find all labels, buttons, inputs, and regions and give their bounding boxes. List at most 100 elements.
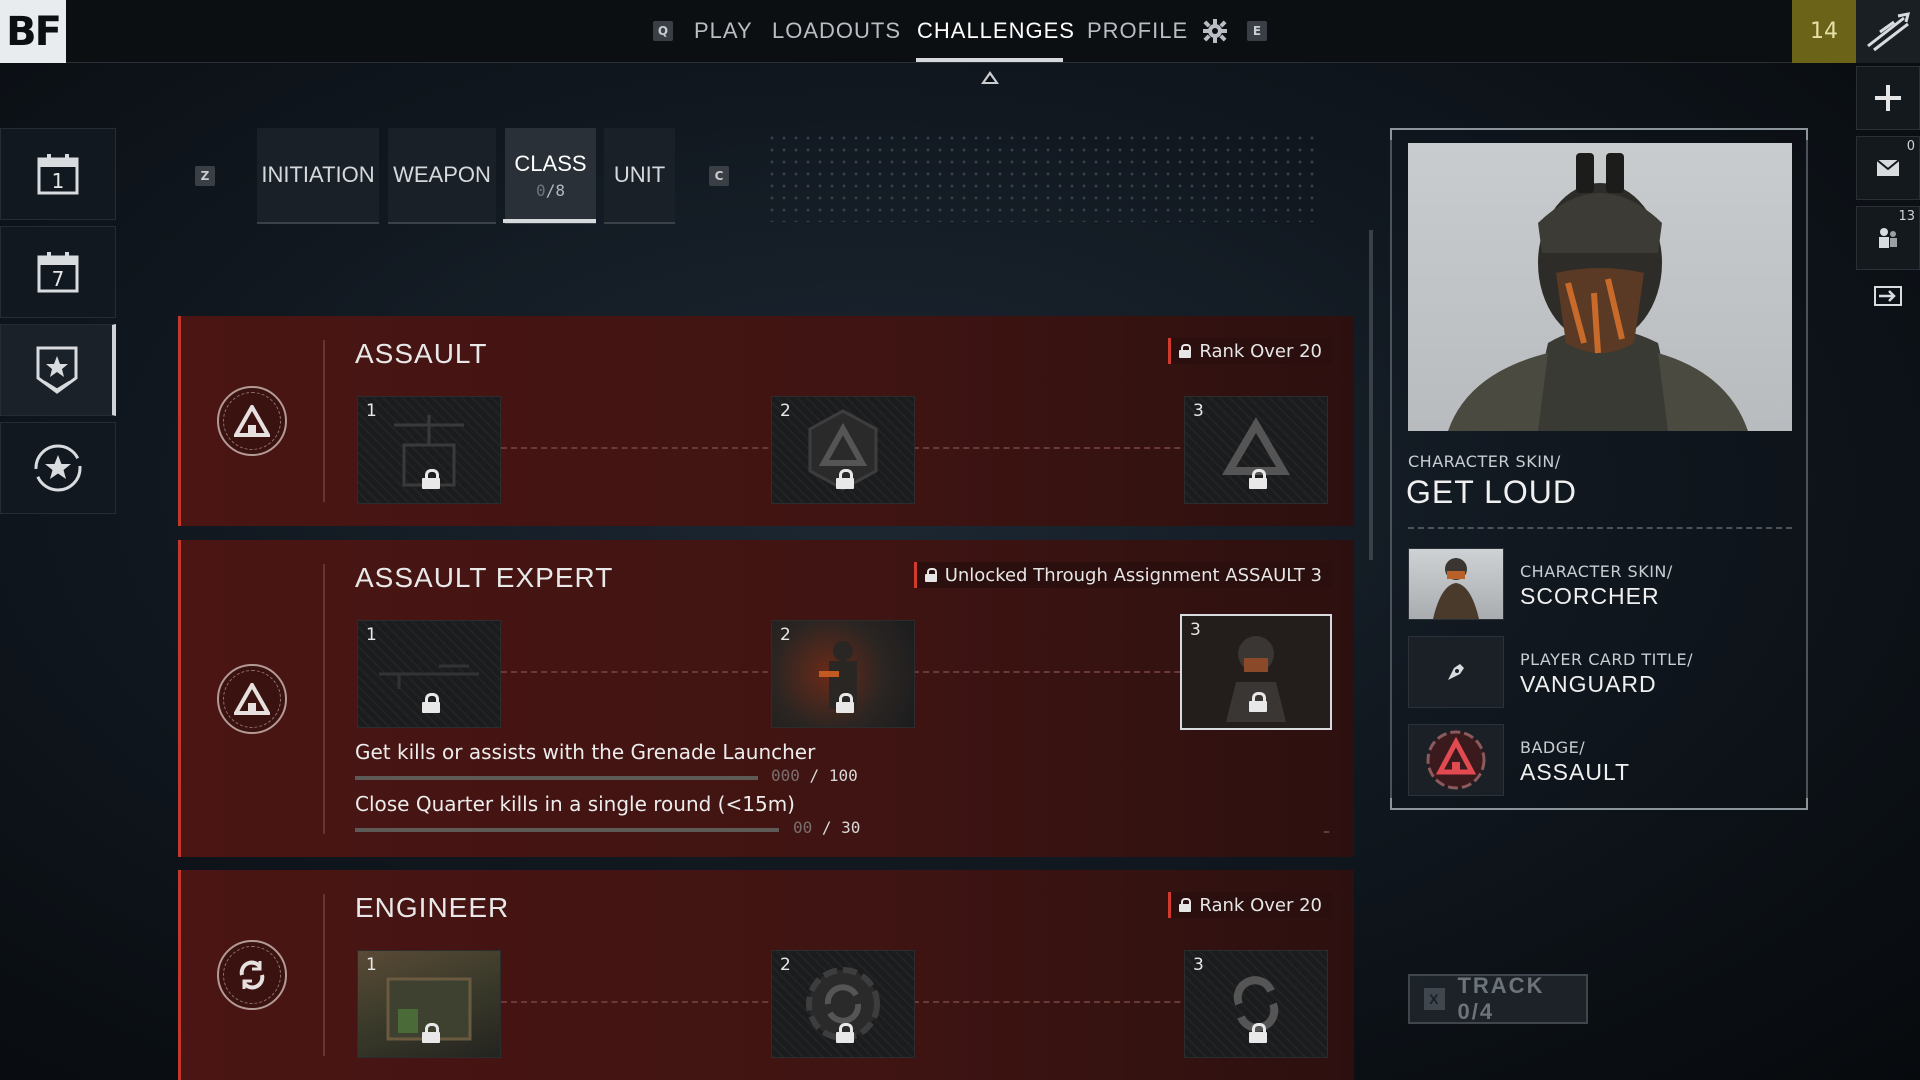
reward-slot-1[interactable]: 1	[357, 620, 501, 728]
reward-thumb-scorcher[interactable]	[1408, 548, 1504, 620]
task-2-progress-bar	[355, 828, 779, 832]
slot-number: 3	[1193, 401, 1204, 421]
main-reward-type: CHARACTER SKIN/	[1408, 452, 1561, 471]
key-hint-c: C	[709, 166, 729, 186]
card-divider	[323, 340, 325, 502]
tab-weapon[interactable]: WEAPON	[388, 128, 496, 224]
task-1-progress-bar	[355, 776, 758, 780]
reward-slot-2[interactable]: 2	[771, 950, 915, 1058]
engineer-class-icon	[217, 940, 287, 1010]
reward-slot-1[interactable]: 1	[357, 396, 501, 504]
lock-icon	[836, 1023, 854, 1043]
tab-class[interactable]: CLASS 0/8	[505, 128, 596, 224]
squad-button[interactable]: 13	[1856, 206, 1920, 270]
slot-number: 1	[366, 401, 377, 421]
tab-weapon-label: WEAPON	[393, 162, 491, 187]
nav-loadouts[interactable]: LOADOUTS	[772, 18, 901, 44]
reward-slot-1[interactable]: 1	[357, 950, 501, 1058]
squad-icon	[1879, 228, 1897, 248]
settings-gear-icon[interactable]	[1202, 18, 1228, 48]
track-button-label: TRACK 0/4	[1457, 973, 1545, 1024]
reward-slot-2[interactable]: 2	[771, 396, 915, 504]
task-1-progress-count: 000 / 100	[771, 766, 858, 785]
assignments-button[interactable]	[0, 324, 116, 416]
reward-1-name: SCORCHER	[1520, 583, 1660, 609]
lock-icon	[1249, 469, 1267, 489]
shield-star-icon	[36, 346, 77, 394]
player-level-badge[interactable]: 14	[1792, 0, 1856, 63]
lock-icon	[422, 469, 440, 489]
requirement-badge: Rank Over 20	[1168, 892, 1332, 918]
card-divider	[323, 564, 325, 834]
reward-slot-3[interactable]: 3	[1184, 396, 1328, 504]
top-bar: BF Q PLAY LOADOUTS CHALLENGES PROFILE E …	[0, 0, 1920, 63]
reward-3-type: BADGE/	[1520, 738, 1586, 757]
requirement-text: Unlocked Through Assignment ASSAULT 3	[944, 564, 1322, 586]
slot-number: 1	[366, 625, 377, 645]
reward-separator	[1408, 527, 1792, 529]
key-hint-e: E	[1247, 21, 1267, 41]
track-button[interactable]: X TRACK 0/4	[1408, 973, 1588, 1024]
nav-challenges[interactable]: CHALLENGES	[917, 18, 1075, 44]
nav-profile[interactable]: PROFILE	[1087, 18, 1188, 44]
reward-1-type: CHARACTER SKIN/	[1520, 562, 1673, 581]
list-scrollbar[interactable]	[1369, 230, 1373, 560]
requirement-badge: Rank Over 20	[1168, 338, 1332, 364]
star-circle-icon	[34, 444, 82, 492]
reward-slot-3[interactable]: 3	[1184, 950, 1328, 1058]
calendar-weekly-icon: 7	[36, 250, 80, 294]
daily-challenges-button[interactable]: 1	[0, 128, 116, 220]
task-1-text: Get kills or assists with the Grenade La…	[355, 740, 816, 764]
lock-icon	[422, 1023, 440, 1043]
reward-thumb-vanguard[interactable]	[1408, 636, 1504, 708]
assault-class-icon	[217, 664, 287, 734]
mail-button[interactable]: 0	[1856, 136, 1920, 200]
battlepass-icon[interactable]	[1856, 0, 1920, 63]
slot-number: 1	[366, 955, 377, 975]
card-footer-mark: –	[1323, 824, 1330, 840]
tab-initiation[interactable]: INITIATION	[257, 128, 379, 224]
lock-icon	[1179, 898, 1192, 912]
scorcher-skin-icon	[1433, 558, 1479, 619]
get-loud-skin-portrait	[1408, 143, 1792, 431]
lock-icon	[1179, 344, 1192, 358]
weekly-challenges-button[interactable]: 7	[0, 226, 116, 318]
assault-class-icon	[217, 386, 287, 456]
lock-icon	[1249, 1023, 1267, 1043]
requirement-text: Rank Over 20	[1199, 340, 1322, 362]
player-level-value: 14	[1810, 19, 1838, 44]
slot-number: 2	[780, 625, 791, 645]
reward-slot-2[interactable]: 2	[771, 620, 915, 728]
daily-icon-number: 1	[51, 169, 65, 193]
tab-active-indicator	[503, 219, 596, 223]
tab-class-label: CLASS	[514, 150, 587, 176]
tab-unit[interactable]: UNIT	[604, 128, 675, 224]
exit-button[interactable]	[1856, 266, 1920, 326]
slot-number: 3	[1190, 620, 1201, 640]
challenge-card-engineer[interactable]: ENGINEER Rank Over 20 1 2 3	[178, 870, 1354, 1080]
calendar-daily-icon: 1	[36, 152, 80, 196]
challenge-card-assault-expert[interactable]: ASSAULT EXPERT Unlocked Through Assignme…	[178, 540, 1354, 857]
lock-icon	[836, 693, 854, 713]
decorative-dot-grid	[766, 132, 1316, 222]
lock-icon	[924, 568, 937, 582]
assault-badge-red-icon	[1426, 730, 1486, 790]
slot-number: 2	[780, 401, 791, 421]
mail-count: 0	[1906, 139, 1915, 154]
add-friend-button[interactable]	[1856, 66, 1920, 130]
reward-slot-3-selected[interactable]: 3	[1180, 614, 1332, 730]
task-2-text: Close Quarter kills in a single round (<…	[355, 792, 795, 816]
tab-unit-label: UNIT	[613, 162, 666, 187]
lock-icon	[1249, 692, 1267, 712]
card-title: ENGINEER	[355, 892, 510, 923]
reward-2-type: PLAYER CARD TITLE/	[1520, 650, 1694, 669]
weekly-icon-number: 7	[51, 267, 65, 291]
reward-thumb-assault-badge[interactable]	[1408, 724, 1504, 796]
nav-play[interactable]: PLAY	[694, 18, 753, 44]
mastery-button[interactable]	[0, 422, 116, 514]
soldier-portrait-icon	[1448, 153, 1748, 431]
requirement-badge: Unlocked Through Assignment ASSAULT 3	[913, 562, 1332, 588]
lock-icon	[422, 693, 440, 713]
card-divider	[323, 894, 325, 1056]
challenge-card-assault[interactable]: ASSAULT Rank Over 20 1 2 3	[178, 316, 1354, 526]
